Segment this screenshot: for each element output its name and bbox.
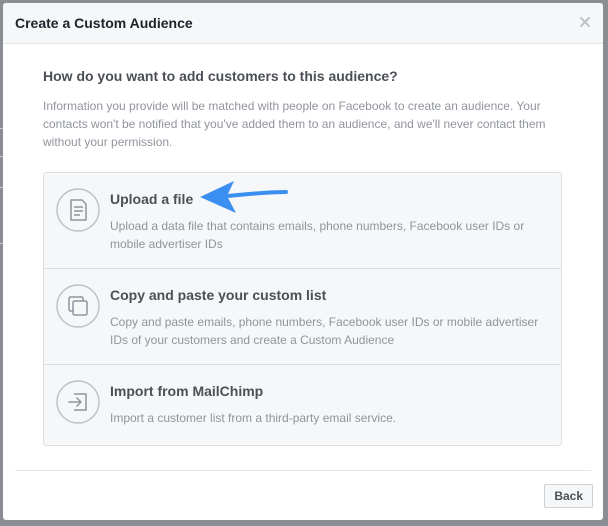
audience-source-options: Upload a file Upload a data file that co… [43,172,562,446]
pointer-arrow-icon [200,181,288,213]
option-title: Upload a file [110,191,194,207]
option-copy-paste[interactable]: Copy and paste your custom list Copy and… [44,269,561,365]
import-icon [56,380,100,424]
close-icon[interactable] [577,14,593,30]
option-title: Copy and paste your custom list [110,287,327,303]
back-button[interactable]: Back [544,484,593,508]
option-import-mailchimp[interactable]: Import from MailChimp Import a customer … [44,365,561,445]
footer-divider [15,470,591,471]
question-heading: How do you want to add customers to this… [43,68,398,84]
copy-icon [56,284,100,328]
dialog-header: Create a Custom Audience [3,3,603,44]
option-description: Import a customer list from a third-part… [110,411,397,425]
privacy-info-text: Information you provide will be matched … [43,99,546,149]
dialog-title: Create a Custom Audience [15,15,193,31]
custom-audience-dialog: Create a Custom Audience How do you want… [3,3,603,520]
option-description: Upload a data file that contains emails,… [110,219,525,251]
dialog-content: How do you want to add customers to this… [43,68,563,151]
option-title: Import from MailChimp [110,383,264,399]
option-description: Copy and paste emails, phone numbers, Fa… [110,315,539,347]
document-icon [56,188,100,232]
option-upload-file[interactable]: Upload a file Upload a data file that co… [44,173,561,269]
